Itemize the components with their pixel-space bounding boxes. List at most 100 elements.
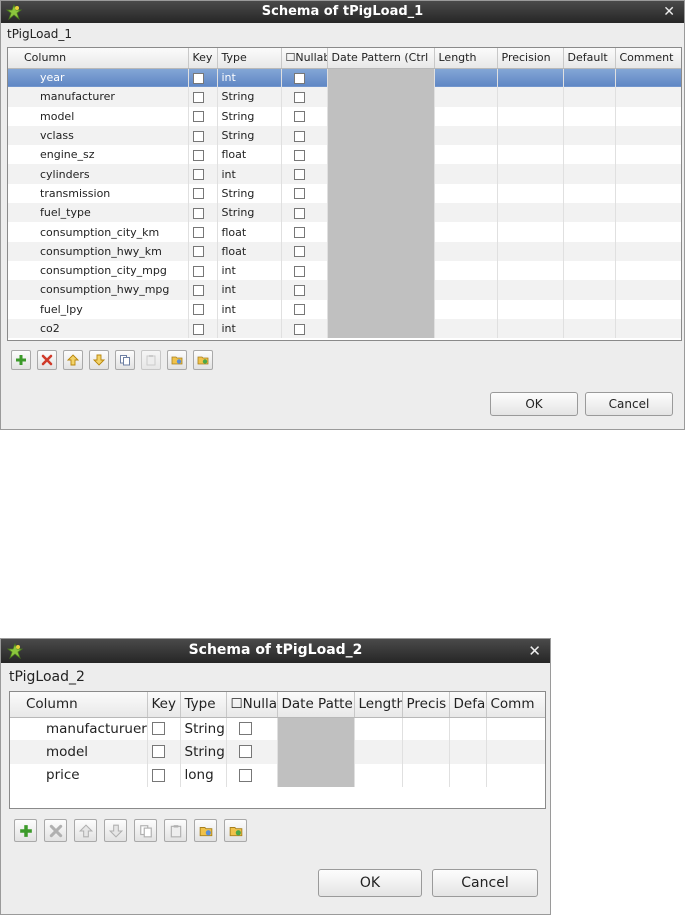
- precision-cell[interactable]: [497, 164, 564, 184]
- length-cell[interactable]: [434, 241, 498, 261]
- header-key[interactable]: Key: [188, 48, 218, 69]
- default-cell[interactable]: [563, 68, 616, 88]
- key-checkbox[interactable]: [192, 111, 204, 123]
- paste-button[interactable]: [164, 819, 187, 842]
- date-pattern-cell[interactable]: [327, 68, 435, 88]
- header-precision[interactable]: Precis: [402, 692, 450, 718]
- date-pattern-cell[interactable]: [327, 299, 435, 319]
- column-name-cell[interactable]: model: [8, 106, 189, 126]
- length-cell[interactable]: [434, 125, 498, 146]
- header-default[interactable]: Defa: [449, 692, 487, 718]
- comment-cell[interactable]: [615, 203, 681, 223]
- key-checkbox[interactable]: [192, 149, 204, 161]
- comment-cell[interactable]: [615, 87, 681, 107]
- comment-cell[interactable]: [615, 68, 681, 88]
- type-cell[interactable]: int: [217, 299, 282, 319]
- length-cell[interactable]: [354, 717, 403, 741]
- precision-cell[interactable]: [497, 68, 564, 88]
- default-cell[interactable]: [563, 87, 616, 107]
- date-pattern-cell[interactable]: [327, 164, 435, 184]
- type-cell[interactable]: int: [217, 318, 282, 339]
- comment-cell[interactable]: [615, 260, 681, 281]
- length-cell[interactable]: [434, 164, 498, 184]
- nullable-checkbox[interactable]: [293, 323, 305, 335]
- comment-cell[interactable]: [615, 145, 681, 165]
- schema-table[interactable]: ColumnKeyType☐NullabDate PatteLengthPrec…: [9, 691, 546, 809]
- precision-cell[interactable]: [497, 203, 564, 223]
- header-default[interactable]: Default: [563, 48, 616, 69]
- type-cell[interactable]: int: [217, 260, 282, 281]
- header-type[interactable]: Type: [180, 692, 227, 718]
- title-bar[interactable]: Schema of tPigLoad_2 ✕: [1, 639, 550, 663]
- nullable-checkbox[interactable]: [293, 149, 305, 161]
- length-cell[interactable]: [354, 763, 403, 787]
- precision-cell[interactable]: [497, 106, 564, 126]
- column-name-cell[interactable]: cylinders: [8, 164, 189, 184]
- length-cell[interactable]: [434, 106, 498, 126]
- default-cell[interactable]: [563, 106, 616, 126]
- key-checkbox[interactable]: [192, 72, 204, 84]
- nullable-checkbox[interactable]: [238, 745, 252, 759]
- key-checkbox[interactable]: [192, 265, 204, 277]
- export-button[interactable]: [224, 819, 247, 842]
- precision-cell[interactable]: [497, 318, 564, 339]
- table-row[interactable]: fuel_type String: [8, 203, 681, 223]
- comment-cell[interactable]: [615, 299, 681, 319]
- precision-cell[interactable]: [497, 222, 564, 242]
- precision-cell[interactable]: [497, 145, 564, 165]
- date-pattern-cell[interactable]: [327, 280, 435, 300]
- header-length[interactable]: Length: [434, 48, 498, 69]
- date-pattern-cell[interactable]: [327, 125, 435, 146]
- type-cell[interactable]: String: [180, 717, 227, 741]
- move-down-button[interactable]: [89, 350, 109, 370]
- date-pattern-cell[interactable]: [327, 106, 435, 126]
- column-name-cell[interactable]: consumption_hwy_km: [8, 241, 189, 261]
- title-bar[interactable]: Schema of tPigLoad_1 ✕: [1, 1, 684, 23]
- nullable-checkbox[interactable]: [293, 284, 305, 296]
- cancel-button[interactable]: Cancel: [585, 392, 673, 416]
- nullable-checkbox[interactable]: [293, 304, 305, 316]
- key-checkbox[interactable]: [192, 304, 204, 316]
- header-nullable[interactable]: ☐Nullab: [281, 48, 328, 69]
- column-name-cell[interactable]: transmission: [8, 183, 189, 204]
- type-cell[interactable]: String: [217, 106, 282, 126]
- header-length[interactable]: Length: [354, 692, 403, 718]
- comment-cell[interactable]: [486, 740, 545, 764]
- length-cell[interactable]: [434, 299, 498, 319]
- default-cell[interactable]: [563, 164, 616, 184]
- type-cell[interactable]: int: [217, 68, 282, 88]
- precision-cell[interactable]: [497, 241, 564, 261]
- column-name-cell[interactable]: fuel_lpy: [8, 299, 189, 319]
- length-cell[interactable]: [434, 203, 498, 223]
- key-checkbox[interactable]: [192, 227, 204, 239]
- precision-cell[interactable]: [402, 763, 450, 787]
- precision-cell[interactable]: [497, 260, 564, 281]
- date-pattern-cell[interactable]: [277, 740, 355, 764]
- column-name-cell[interactable]: year: [8, 68, 189, 88]
- column-name-cell[interactable]: price: [10, 763, 148, 787]
- table-row[interactable]: co2 int: [8, 318, 681, 339]
- nullable-checkbox[interactable]: [293, 188, 305, 200]
- default-cell[interactable]: [563, 260, 616, 281]
- ok-button[interactable]: OK: [318, 869, 422, 897]
- header-nullable[interactable]: ☐Nullab: [226, 692, 278, 718]
- header-date-pattern[interactable]: Date Patte: [277, 692, 355, 718]
- nullable-checkbox[interactable]: [293, 227, 305, 239]
- table-row[interactable]: year int: [8, 68, 681, 88]
- comment-cell[interactable]: [615, 280, 681, 300]
- length-cell[interactable]: [434, 222, 498, 242]
- column-name-cell[interactable]: consumption_hwy_mpg: [8, 280, 189, 300]
- add-button[interactable]: [11, 350, 31, 370]
- nullable-checkbox[interactable]: [293, 207, 305, 219]
- length-cell[interactable]: [434, 145, 498, 165]
- comment-cell[interactable]: [486, 763, 545, 787]
- delete-button[interactable]: [44, 819, 67, 842]
- comment-cell[interactable]: [486, 717, 545, 741]
- table-row[interactable]: manufacturer String: [8, 87, 681, 107]
- default-cell[interactable]: [563, 203, 616, 223]
- default-cell[interactable]: [449, 740, 487, 764]
- precision-cell[interactable]: [497, 280, 564, 300]
- header-comment[interactable]: Comm: [486, 692, 545, 718]
- schema-table[interactable]: Column Key Type ☐Nullab Date Pattern (Ctrl Le…: [7, 47, 682, 341]
- date-pattern-cell[interactable]: [327, 241, 435, 261]
